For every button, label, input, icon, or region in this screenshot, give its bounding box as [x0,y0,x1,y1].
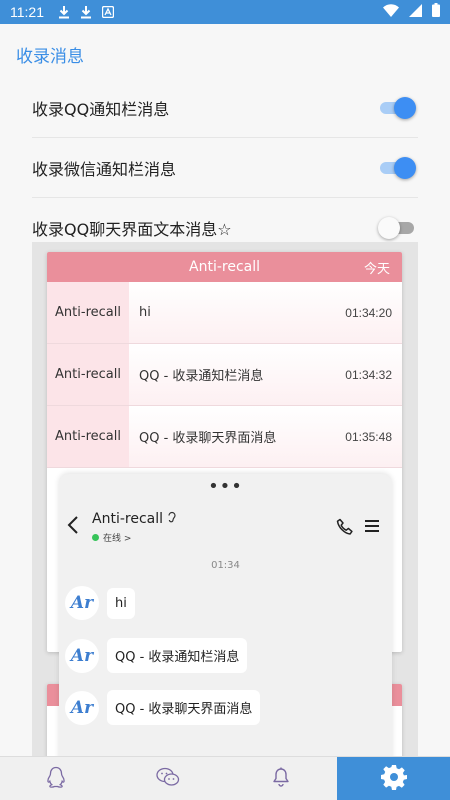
nav-wechat[interactable] [112,757,224,800]
online-dot-icon [92,534,99,541]
status-time: 11:21 [10,4,44,20]
qq-penguin-icon [47,766,65,792]
bottom-nav [0,756,450,800]
app-notification-icon [102,6,114,18]
chat-title: Anti-recall [92,511,177,527]
gear-icon [380,764,407,794]
back-arrow-icon[interactable] [67,516,79,538]
log-card-title: Anti-recall [189,259,260,275]
log-sender: Anti-recall [47,406,129,467]
setting-row-wechat-notification[interactable]: 收录微信通知栏消息 [32,138,418,198]
nav-settings[interactable] [337,757,450,800]
signal-icon [409,3,422,21]
log-row: Anti-recall QQ - 收录通知栏消息 01:34:32 [47,344,402,406]
log-sender: Anti-recall [47,344,129,405]
preview-area: Anti-recall 今天 Anti-recall hi 01:34:20 A… [32,242,418,758]
qq-notification-toggle[interactable] [380,96,416,120]
chat-message: Ar QQ - 收录聊天界面消息 [65,690,261,725]
log-row: Anti-recall hi 01:34:20 [47,282,402,344]
menu-icon[interactable] [364,518,380,538]
avatar[interactable]: Ar [65,586,99,620]
ear-icon [167,511,177,527]
bell-icon [272,767,290,791]
status-bar: 11:21 [0,0,450,24]
chat-status: 在线 > [92,531,131,544]
qq-chat-text-toggle[interactable] [378,216,414,240]
nav-notifications[interactable] [224,757,337,800]
message-bubble[interactable]: hi [107,587,135,619]
log-text: QQ - 收录通知栏消息 [139,369,264,384]
chat-timestamp: 01:34 [211,560,240,571]
wechat-notification-toggle[interactable] [380,156,416,180]
status-text: 在线 > [103,534,132,544]
log-row: Anti-recall QQ - 收录聊天界面消息 01:35:48 [47,406,402,468]
log-time: 01:35:48 [345,429,392,444]
setting-label: 收录QQ通知栏消息 [32,99,170,119]
download-icon [58,5,70,19]
log-sender: Anti-recall [47,282,129,343]
log-text: hi [139,305,151,320]
download-icon [80,5,92,19]
phone-icon[interactable] [336,518,354,540]
avatar[interactable]: Ar [65,690,99,725]
chat-bubbles-icon [156,767,180,791]
setting-label: 收录QQ聊天界面文本消息☆ [32,220,232,239]
avatar[interactable]: Ar [65,638,99,673]
chat-header: Anti-recall 在线 > [59,506,392,550]
chat-message: Ar QQ - 收录通知栏消息 [65,638,248,673]
log-card-date: 今天 [363,261,390,277]
chat-message: Ar hi [65,586,135,620]
nav-qq[interactable] [0,757,112,800]
log-time: 01:34:32 [345,367,392,382]
setting-label: 收录微信通知栏消息 [32,159,177,179]
chat-sheet: ••• Anti-recall 在线 > 01:34 Ar hi Ar QQ -… [59,474,392,758]
section-title: 收录消息 [16,47,84,67]
sheet-handle[interactable]: ••• [59,478,392,496]
log-time: 01:34:20 [345,305,392,320]
message-bubble[interactable]: QQ - 收录通知栏消息 [107,638,248,673]
log-text: QQ - 收录聊天界面消息 [139,431,277,446]
message-bubble[interactable]: QQ - 收录聊天界面消息 [107,690,261,725]
wifi-icon [383,3,399,21]
log-card-header: Anti-recall 今天 [47,252,402,282]
contact-name: Anti-recall [92,511,163,527]
setting-row-qq-notification[interactable]: 收录QQ通知栏消息 [32,78,418,138]
battery-icon [432,3,440,21]
